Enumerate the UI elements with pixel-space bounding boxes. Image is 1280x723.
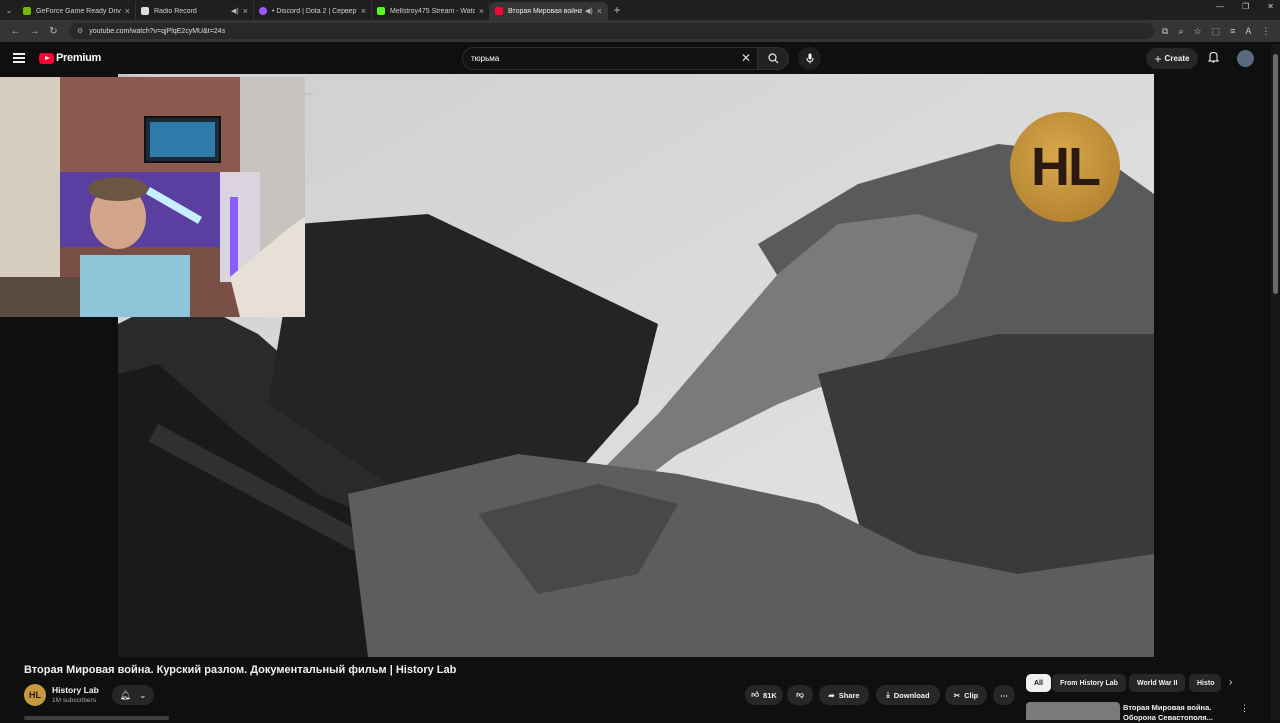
chip-all[interactable]: All	[1026, 674, 1051, 692]
address-bar-icons: ⧉ ⌕ ☆ ⬚ ≡ A ⋮	[1162, 26, 1270, 37]
logo-text: Premium	[56, 52, 101, 64]
chevron-down-icon: ⌄	[138, 689, 147, 700]
new-tab-button[interactable]: +	[608, 3, 626, 17]
webcam-overlay	[0, 77, 305, 317]
thumbs-up-icon: 👍︎	[751, 690, 760, 699]
window-controls: — ❐ ✕	[1216, 2, 1274, 11]
more-actions-button[interactable]: ⋯	[993, 685, 1015, 705]
minimize-icon[interactable]: —	[1216, 2, 1224, 11]
chip-history[interactable]: Histo	[1189, 674, 1221, 692]
like-button[interactable]: 👍︎ 81K	[745, 685, 783, 705]
channel-avatar[interactable]: HL	[24, 684, 46, 706]
tab-title: Radio Record	[154, 7, 197, 15]
speaker-icon[interactable]: ◀)	[231, 7, 239, 15]
url-field[interactable]: ⚙ youtube.com/watch?v=qjPlqE2cyMU&t=24s	[69, 23, 1154, 39]
share-label: Share	[838, 690, 860, 700]
youtube-premium-logo[interactable]: Premium	[39, 52, 101, 64]
radio-favicon-icon	[141, 7, 149, 15]
create-label: Create	[1164, 54, 1190, 63]
like-count: 81K	[763, 690, 777, 700]
page-scrollbar[interactable]	[1271, 44, 1280, 720]
recommended-thumbnail[interactable]	[1026, 702, 1120, 720]
tab-title: Вторая Мировая война. К	[508, 7, 582, 15]
account-avatar[interactable]	[1237, 50, 1254, 67]
chip-world-war-ii[interactable]: World War II	[1129, 674, 1186, 692]
browser-tab[interactable]: Mellstroy475 Stream - Watch L ×	[372, 2, 490, 20]
browser-tab[interactable]: Radio Record ◀) ×	[136, 2, 254, 20]
dislike-button[interactable]: 👎︎	[787, 685, 813, 705]
microphone-icon	[806, 53, 813, 64]
open-in-app-icon[interactable]: ⧉	[1162, 26, 1168, 37]
plus-icon: +	[1154, 51, 1162, 66]
maximize-icon[interactable]: ❐	[1242, 2, 1249, 11]
browser-tab-bar: ⌄ GeForce Game Ready Driver 5 × Radio Re…	[0, 0, 1280, 20]
voice-search-button[interactable]	[798, 47, 821, 70]
back-icon[interactable]: ←	[6, 26, 25, 37]
speaker-icon[interactable]: ◀)	[585, 7, 593, 15]
site-info-icon[interactable]: ⚙	[77, 27, 83, 35]
subscription-bell-button[interactable]: 🔔︎ ⌄	[112, 685, 154, 705]
more-vertical-icon[interactable]: ⋮	[1240, 703, 1249, 714]
bookmark-star-icon[interactable]: ☆	[1193, 26, 1201, 37]
kick-favicon-icon	[377, 7, 385, 15]
translate-icon[interactable]: ≡	[1230, 26, 1235, 37]
forward-icon[interactable]: →	[25, 26, 44, 37]
video-title: Вторая Мировая война. Курский разлом. До…	[24, 664, 457, 676]
menu-icon[interactable]	[13, 53, 25, 63]
nvidia-favicon-icon	[23, 7, 31, 15]
tab-title: GeForce Game Ready Driver 5	[36, 7, 121, 15]
more-horizontal-icon: ⋯	[1000, 690, 1008, 700]
search-icon	[767, 53, 778, 64]
webcam-image	[0, 77, 305, 317]
recommended-title[interactable]: Вторая Мировая война. Оборона Севастопол…	[1123, 703, 1223, 723]
clip-label: Clip	[964, 690, 979, 700]
extensions-icon[interactable]: ⬚	[1212, 26, 1221, 37]
close-window-icon[interactable]: ✕	[1267, 2, 1274, 11]
youtube-play-icon	[39, 52, 54, 64]
url-text: youtube.com/watch?v=qjPlqE2cyMU&t=24s	[89, 27, 226, 35]
channel-name[interactable]: History Lab	[52, 685, 99, 695]
share-icon: ➦	[828, 690, 835, 700]
browser-tab[interactable]: GeForce Game Ready Driver 5 ×	[18, 2, 136, 20]
clear-search-icon[interactable]: ✕	[741, 51, 751, 65]
search-query: тюрьма	[471, 54, 500, 63]
discord-favicon-icon	[259, 7, 267, 15]
browser-tab[interactable]: • Discord | Dota 2 | Сервер е ×	[254, 2, 372, 20]
clip-button[interactable]: ✂ Clip	[945, 685, 987, 705]
tab-title: • Discord | Dota 2 | Сервер е	[272, 7, 357, 15]
search-input[interactable]: тюрьма ✕	[462, 47, 758, 70]
scrollbar-thumb[interactable]	[1273, 54, 1278, 294]
address-bar: ← → ↻ ⚙ youtube.com/watch?v=qjPlqE2cyMU&…	[0, 20, 1280, 42]
chevron-right-icon[interactable]: ›	[1229, 677, 1232, 688]
notifications-bell-icon[interactable]	[1207, 51, 1220, 66]
thumbs-down-icon: 👎︎	[796, 690, 804, 699]
subscriber-count: 1M subscribers	[52, 697, 97, 704]
download-label: Download	[893, 690, 930, 700]
scissors-icon: ✂	[953, 690, 961, 700]
reload-icon[interactable]: ↻	[44, 26, 63, 37]
tab-search-icon[interactable]: ⌄	[0, 0, 18, 20]
bell-icon: 🔔︎	[119, 689, 131, 700]
browser-menu-icon[interactable]: ⋮	[1261, 26, 1270, 37]
download-icon: ⤓	[886, 690, 890, 699]
close-tab-icon[interactable]: ×	[597, 6, 602, 16]
youtube-favicon-icon	[495, 7, 503, 15]
youtube-header: Premium тюрьма ✕ + Create	[0, 44, 1280, 74]
close-tab-icon[interactable]: ×	[243, 6, 248, 16]
tab-title: Mellstroy475 Stream - Watch L	[390, 7, 475, 15]
channel-watermark-logo: HL	[1010, 112, 1120, 222]
browser-tab-active[interactable]: Вторая Мировая война. К ◀) ×	[490, 2, 608, 20]
close-tab-icon[interactable]: ×	[361, 6, 366, 16]
description-box-edge	[24, 716, 169, 720]
chip-from-channel[interactable]: From History Lab	[1052, 674, 1126, 692]
zoom-icon[interactable]: ⌕	[1178, 26, 1183, 37]
search-button[interactable]	[757, 47, 789, 70]
download-button[interactable]: ⤓ Download	[876, 685, 940, 705]
close-tab-icon[interactable]: ×	[125, 6, 130, 16]
profile-icon[interactable]: A	[1245, 26, 1251, 37]
create-button[interactable]: + Create	[1146, 48, 1198, 69]
close-tab-icon[interactable]: ×	[479, 6, 484, 16]
share-button[interactable]: ➦ Share	[819, 685, 869, 705]
